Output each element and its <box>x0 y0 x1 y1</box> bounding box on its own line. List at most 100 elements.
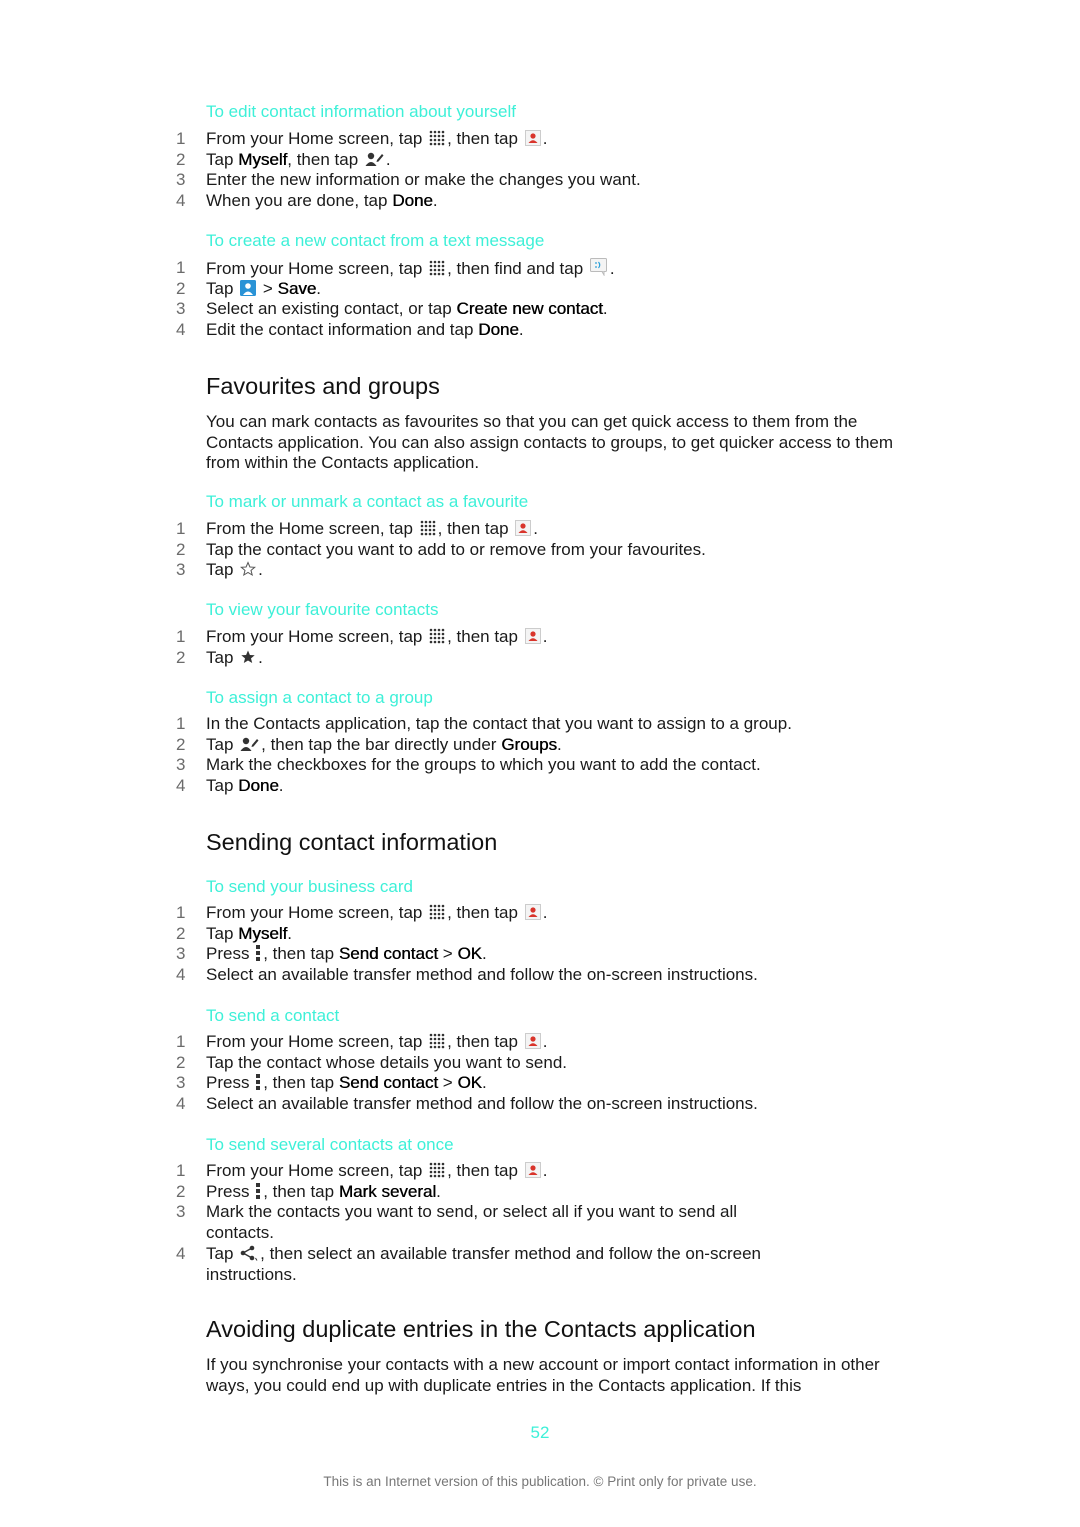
contacts-app-icon <box>524 904 541 920</box>
step-text: . <box>258 560 263 580</box>
step-text: Mark the checkboxes for the groups to wh… <box>206 755 761 775</box>
ui-term: Done <box>478 320 519 340</box>
apps-grid-icon <box>429 1033 445 1049</box>
star-filled-icon <box>241 650 255 663</box>
ui-term: OK <box>457 944 482 964</box>
ui-term: Myself <box>238 149 288 169</box>
step-number: 3 <box>176 170 186 190</box>
step-text: Select an available transfer method and … <box>206 1094 758 1114</box>
menu-icon <box>256 1182 261 1199</box>
footer-notice: This is an Internet version of this publ… <box>323 1474 757 1489</box>
step-text: , then tap <box>447 129 523 148</box>
step-text: Tap <box>206 647 239 667</box>
procedure-title: To send a contact <box>206 1006 340 1025</box>
step-number: 4 <box>176 1094 186 1114</box>
menu-icon <box>256 1074 261 1091</box>
step-text: From your Home screen, tap <box>206 129 428 148</box>
step-text: . <box>518 320 524 340</box>
step-number: 4 <box>176 320 186 340</box>
add-contact-icon <box>240 279 257 296</box>
step-number: 1 <box>176 714 186 733</box>
step-text: . <box>482 1073 487 1093</box>
step-number: 1 <box>176 903 186 922</box>
step-text: Tap <box>206 149 239 169</box>
step-text: Edit the contact information and tap <box>206 320 479 340</box>
step-text: . <box>258 647 263 667</box>
contacts-app-icon <box>524 1162 541 1178</box>
step-number: 4 <box>176 191 186 211</box>
step-number: 1 <box>176 258 186 277</box>
step-text: When you are done, tap <box>206 191 393 211</box>
step-text: , then tap <box>447 1032 523 1051</box>
procedure-title: To create a new contact from a text mess… <box>206 231 545 250</box>
section-heading: Sending contact information <box>206 829 498 855</box>
step-text: . <box>287 923 292 943</box>
contacts-app-icon <box>524 130 541 146</box>
step-number: 2 <box>176 1181 186 1201</box>
step-text: . <box>533 519 538 538</box>
step-number: 3 <box>176 944 186 964</box>
step-text: Press <box>206 1073 255 1093</box>
section-paragraph: You can mark contacts as favourites so t… <box>206 412 894 473</box>
step-text: , then tap the bar directly under <box>261 734 502 754</box>
step-text: From your Home screen, tap <box>206 1032 428 1051</box>
section-heading: Avoiding duplicate entries in the Contac… <box>206 1316 756 1342</box>
step-text: From the Home screen, tap <box>206 519 418 538</box>
step-text: From your Home screen, tap <box>206 1161 428 1180</box>
step-number: 3 <box>176 1202 186 1222</box>
step-number: 3 <box>176 1073 186 1093</box>
contacts-app-icon <box>524 628 541 644</box>
step-text: > <box>438 1073 458 1093</box>
step-number: 2 <box>176 149 186 169</box>
step-text: . <box>482 944 487 964</box>
step-text: , then select an available transfer meth… <box>206 1243 761 1284</box>
step-text: . <box>602 299 608 319</box>
step-text: . <box>432 191 438 211</box>
step-text: > <box>258 278 278 298</box>
ui-term: Save <box>277 278 317 298</box>
step-text: . <box>436 1181 441 1201</box>
procedure-title: To view your favourite contacts <box>206 600 439 619</box>
apps-grid-icon <box>429 1162 445 1178</box>
messaging-app-icon <box>589 258 608 276</box>
step-text: Tap <box>206 923 239 943</box>
step-text: , then tap <box>287 149 363 169</box>
step-text: . <box>542 903 548 922</box>
step-text: From your Home screen, tap <box>206 627 428 646</box>
step-text: Press <box>206 1181 255 1201</box>
menu-icon <box>256 945 261 962</box>
contacts-app-icon <box>524 1033 541 1049</box>
step-number: 2 <box>176 539 186 559</box>
step-text: . <box>609 259 615 278</box>
step-text: Tap <box>206 776 239 796</box>
step-text: Tap <box>206 734 239 754</box>
step-text: . <box>542 1032 548 1051</box>
step-text: In the Contacts application, tap the con… <box>206 714 792 733</box>
step-number: 4 <box>176 1243 186 1263</box>
step-text: Tap <box>206 560 239 580</box>
step-number: 3 <box>176 299 186 319</box>
step-text: . <box>316 278 321 298</box>
ui-term: Send contact <box>338 1073 439 1093</box>
step-text: > <box>438 944 458 964</box>
step-text: Enter the new information or make the ch… <box>206 170 641 190</box>
ui-term: OK <box>457 1073 482 1093</box>
step-number: 2 <box>176 923 186 943</box>
step-number: 2 <box>176 647 186 667</box>
step-text: . <box>542 129 548 148</box>
share-icon <box>240 1244 258 1261</box>
ui-term: Send contact <box>338 944 439 964</box>
section-heading: Favourites and groups <box>206 373 440 399</box>
step-number: 4 <box>176 776 186 796</box>
step-text: Tap the contact you want to add to or re… <box>206 539 706 559</box>
procedure-title: To mark or unmark a contact as a favouri… <box>206 492 529 511</box>
step-number: 1 <box>176 627 186 646</box>
apps-grid-icon <box>429 628 445 644</box>
ui-term: Myself <box>238 923 288 943</box>
step-text: , then tap <box>437 519 514 538</box>
step-text: Tap <box>206 278 239 298</box>
step-number: 2 <box>176 1052 186 1072</box>
section-paragraph: If you synchronise your contacts with a … <box>206 1355 880 1395</box>
edit-contact-icon <box>240 737 259 751</box>
step-text: Press <box>206 944 255 964</box>
